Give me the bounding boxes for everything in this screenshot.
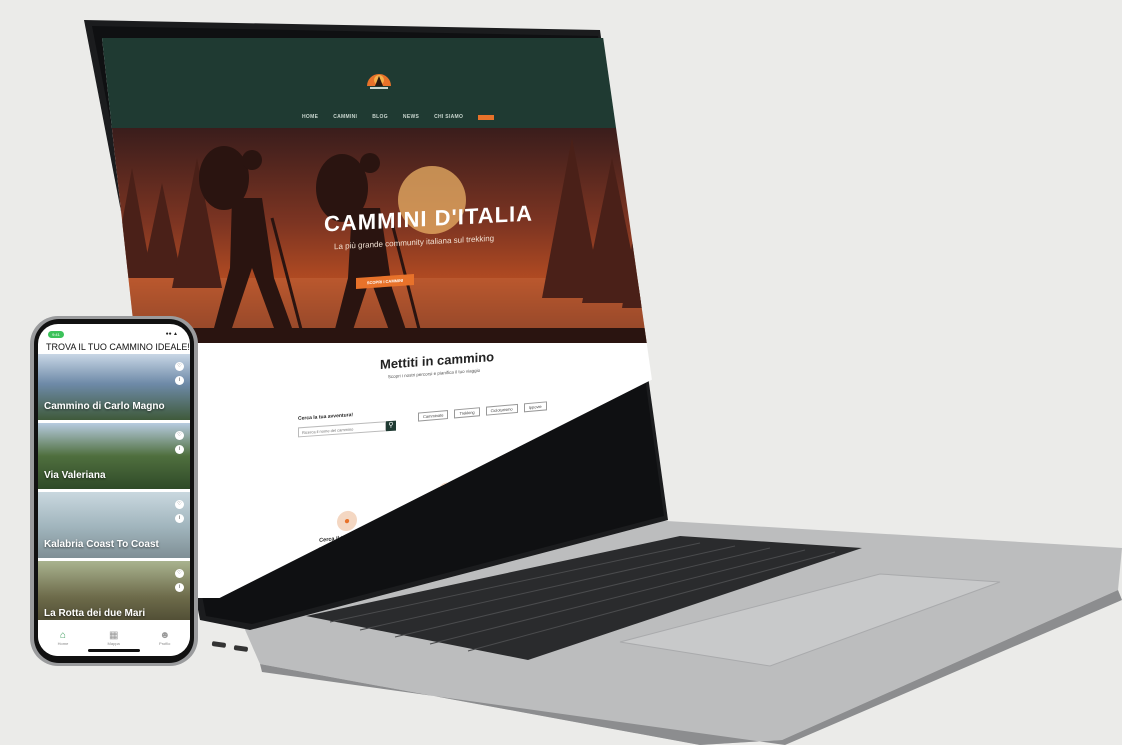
nav-news[interactable]: NEWS: [403, 114, 419, 120]
nav-cta-button[interactable]: [478, 114, 495, 120]
feature-title: Pianifica nei dettagli: [420, 503, 474, 516]
card-title: Via Valeriana: [44, 470, 106, 481]
user-icon: ☻: [159, 630, 170, 641]
nav-blog[interactable]: BLOG: [372, 114, 388, 120]
heart-icon[interactable]: ♡: [175, 431, 184, 440]
home-icon: ⌂: [59, 630, 66, 641]
heart-icon[interactable]: ♡: [175, 362, 184, 371]
tab-map[interactable]: ▦ Mappa: [108, 630, 120, 646]
cammino-card[interactable]: ♡ i Via Valeriana: [38, 423, 190, 489]
tab-home[interactable]: ⌂ Home: [58, 630, 69, 646]
info-icon[interactable]: i: [175, 376, 184, 385]
feature-desc: Scopri le esperienze di chi cammina: [512, 482, 578, 495]
heart-icon[interactable]: ♡: [175, 500, 184, 509]
map-pin-icon: ●: [337, 509, 357, 533]
main-nav: HOME CAMMINI BLOG NEWS CHI SIAMO: [302, 114, 495, 120]
feature-title: Valle Italia Community: [515, 475, 575, 488]
logo-icon: [367, 74, 391, 89]
hero-illustration: [102, 138, 652, 343]
search-bar: ⚲: [298, 420, 396, 438]
tab-profile[interactable]: ☻ Profilo: [159, 630, 170, 646]
community-icon: ☻: [535, 453, 555, 476]
signpost-icon: ❖: [437, 481, 457, 504]
tab-label: Profilo: [159, 641, 171, 646]
cammino-card[interactable]: ♡ i Cammino di Carlo Magno: [38, 354, 190, 420]
feature-item: ● Cerca il tuo cammino Scegli il percors…: [302, 506, 392, 552]
cammino-card[interactable]: ♡ i La Rotta dei due Mari: [38, 561, 190, 627]
phone-device: 9:41 ●● ▲ TROVA IL TUO CAMMINO IDEALE! ♡…: [16, 316, 204, 668]
status-time: 9:41: [48, 331, 64, 338]
chip-trekking[interactable]: Trekking: [454, 407, 480, 419]
chip-camminate[interactable]: Camminate: [418, 409, 449, 422]
features-row: ● Cerca il tuo cammino Scegli il percors…: [292, 437, 592, 579]
feature-item: ❖ Pianifica nei dettagli Organizza le ta…: [402, 478, 492, 524]
feature-desc: Organizza le tappe del tuo viaggio: [416, 511, 478, 523]
feature-title: Cerca il tuo cammino: [319, 532, 375, 544]
feature-item: ☻ Valle Italia Community Scopri le esper…: [500, 449, 590, 495]
info-icon[interactable]: i: [175, 583, 184, 592]
map-icon: ▦: [108, 630, 119, 641]
home-indicator: [88, 649, 140, 652]
search-icon[interactable]: ⚲: [386, 420, 396, 432]
signal-icon: ●● ▲: [165, 331, 178, 337]
hero-banner: CAMMINI D'ITALIA La più grande community…: [102, 128, 652, 343]
nav-home[interactable]: HOME: [302, 114, 318, 120]
tab-label: Home: [57, 641, 69, 646]
cammini-list: ♡ i Cammino di Carlo Magno ♡ i Via Valer…: [38, 354, 190, 630]
phone-screen: 9:41 ●● ▲ TROVA IL TUO CAMMINO IDEALE! ♡…: [38, 324, 190, 656]
card-title: La Rotta dei due Mari: [44, 608, 146, 619]
filter-chips: Camminate Trekking Cicloturismo Ippovie: [418, 401, 547, 422]
info-icon[interactable]: i: [175, 445, 184, 454]
chip-cicloturismo[interactable]: Cicloturismo: [485, 403, 518, 416]
search-label: Cerca la tua avventura!: [298, 412, 354, 422]
search-input[interactable]: [298, 421, 386, 438]
tab-label: Mappa: [107, 641, 120, 646]
card-title: Kalabria Coast To Coast: [44, 539, 159, 550]
info-icon[interactable]: i: [175, 514, 184, 523]
site-header: HOME CAMMINI BLOG NEWS CHI SIAMO: [102, 38, 652, 128]
cammino-card[interactable]: ♡ i Kalabria Coast To Coast: [38, 492, 190, 558]
card-title: Cammino di Carlo Magno: [44, 401, 165, 412]
chip-ippovie[interactable]: Ippovie: [523, 401, 547, 413]
app-title: TROVA IL TUO CAMMINO IDEALE!: [46, 342, 190, 352]
heart-icon[interactable]: ♡: [175, 569, 184, 578]
nav-cammini[interactable]: CAMMINI: [333, 114, 357, 120]
nav-chi-siamo[interactable]: CHI SIAMO: [434, 114, 463, 120]
